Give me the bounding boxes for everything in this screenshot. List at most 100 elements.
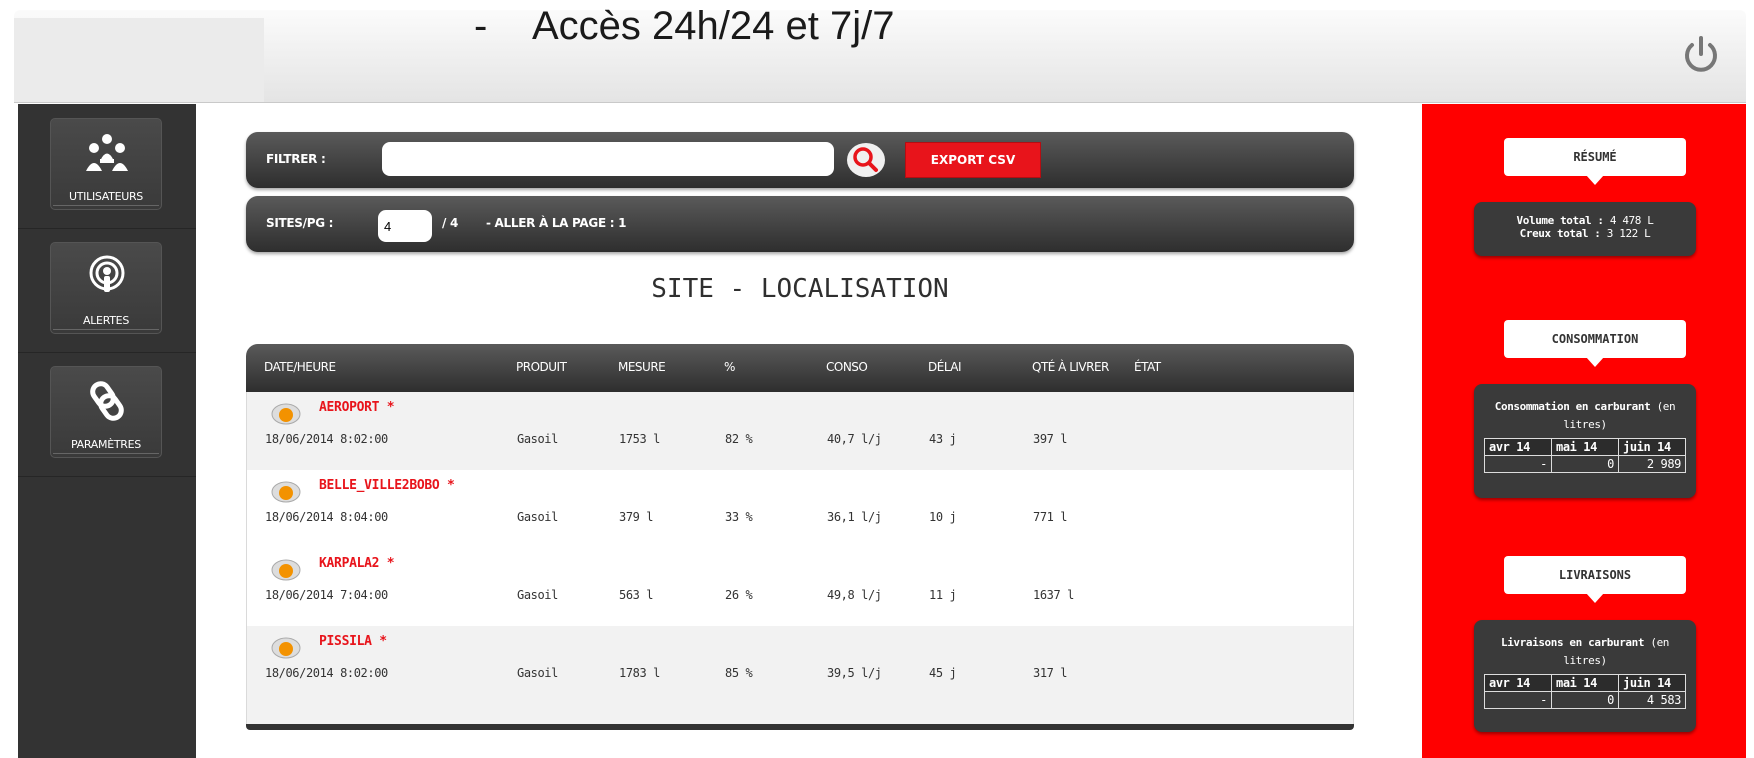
month-value: 2 989 — [1618, 455, 1686, 473]
label-underline — [53, 205, 159, 206]
month-value: 0 — [1551, 691, 1619, 709]
cell-qte: 317 l — [1033, 666, 1068, 680]
page-total: / 4 — [442, 216, 459, 230]
creux-line: Creux total : 3 122 L — [1474, 227, 1696, 240]
cell-conso: 36,1 l/j — [827, 510, 882, 524]
cell-datetime: 18/06/2014 8:02:00 — [265, 432, 388, 446]
cell-delai: 11 j — [929, 588, 957, 602]
header-shade — [14, 18, 264, 102]
month-header: juin 14 — [1618, 438, 1686, 456]
summary-panel: RÉSUMÉ Volume total : 4 478 L Creux tota… — [1422, 104, 1746, 758]
header-bar: - Accès 24h/24 et 7j/7 — [14, 4, 1746, 103]
site-status-icon[interactable] — [271, 637, 301, 659]
column-header[interactable]: MESURE — [618, 360, 666, 374]
search-icon — [847, 143, 885, 177]
sidebar-item-label: ALERTES — [83, 314, 129, 327]
livr-title-bold: Livraisons en carburant — [1500, 636, 1645, 649]
users-button[interactable]: UTILISATEURS — [50, 118, 162, 210]
header-caption: - Accès 24h/24 et 7j/7 — [474, 4, 894, 49]
app-window: - Accès 24h/24 et 7j/7 UTILISATEURS ALER… — [14, 4, 1746, 758]
conso-title-bold: Consommation en carburant — [1494, 400, 1651, 413]
cell-conso: 40,7 l/j — [827, 432, 882, 446]
creux-value: 3 122 L — [1606, 227, 1651, 240]
cell-percent: 82 % — [725, 432, 753, 446]
search-button[interactable] — [846, 142, 886, 178]
month-value: - — [1484, 455, 1552, 473]
cell-mesure: 1783 l — [619, 666, 660, 680]
filter-label: FILTRER : — [266, 152, 326, 166]
export-csv-button[interactable]: EXPORT CSV — [905, 142, 1041, 178]
month-header: avr 14 — [1484, 674, 1552, 692]
table-header: DATE/HEURE PRODUIT MESURE % CONSO DÉLAI … — [246, 344, 1354, 392]
table-row[interactable]: KARPALA2 * 18/06/2014 7:04:00 Gasoil 563… — [246, 548, 1354, 627]
column-header[interactable]: CONSO — [826, 360, 868, 374]
cell-conso: 39,5 l/j — [827, 666, 882, 680]
resume-box: Volume total : 4 478 L Creux total : 3 1… — [1474, 202, 1696, 256]
consommation-box: Consommation en carburant (en litres) av… — [1474, 384, 1696, 498]
page-title: SITE - LOCALISATION — [651, 274, 949, 304]
cell-mesure: 1753 l — [619, 432, 660, 446]
sidebar-item-settings[interactable]: PARAMÈTRES — [18, 352, 196, 477]
filter-bar: FILTRER : EXPORT CSV — [246, 132, 1354, 188]
consommation-table: avr 14 mai 14 juin 14 - 0 2 989 — [1484, 438, 1686, 473]
livraisons-table: avr 14 mai 14 juin 14 - 0 4 583 — [1484, 674, 1686, 709]
header-caption-text: Accès 24h/24 et 7j/7 — [532, 4, 895, 48]
tab-livraisons[interactable]: LIVRAISONS — [1504, 556, 1686, 603]
site-status-icon[interactable] — [271, 559, 301, 581]
settings-button[interactable]: PARAMÈTRES — [50, 366, 162, 458]
cell-qte: 771 l — [1033, 510, 1068, 524]
month-header: avr 14 — [1484, 438, 1552, 456]
month-header: mai 14 — [1551, 674, 1619, 692]
month-value: - — [1484, 691, 1552, 709]
link-icon — [90, 381, 124, 421]
table-row[interactable]: AEROPORT * 18/06/2014 8:02:00 Gasoil 175… — [246, 392, 1354, 471]
tab-consommation[interactable]: CONSOMMATION — [1504, 320, 1686, 367]
site-name-link[interactable]: PISSILA * — [319, 634, 387, 649]
tab-resume[interactable]: RÉSUMÉ — [1504, 138, 1686, 185]
sidebar-item-alerts[interactable]: ALERTES — [18, 228, 196, 353]
volume-label: Volume total : — [1516, 214, 1605, 227]
livraisons-title: Livraisons en carburant (en litres) — [1474, 620, 1696, 670]
column-header[interactable]: QTÉ À LIVRER — [1032, 360, 1109, 374]
cell-produit: Gasoil — [517, 588, 558, 602]
bullet-dash: - — [474, 4, 488, 48]
table-footer-bar — [246, 724, 1354, 730]
column-header[interactable]: PRODUIT — [516, 360, 567, 374]
site-name-link[interactable]: AEROPORT * — [319, 400, 395, 415]
month-value: 4 583 — [1618, 691, 1686, 709]
cell-qte: 397 l — [1033, 432, 1068, 446]
month-value: 0 — [1551, 455, 1619, 473]
volume-line: Volume total : 4 478 L — [1474, 202, 1696, 227]
sites-per-page-input[interactable] — [378, 210, 432, 242]
site-name-link[interactable]: KARPALA2 * — [319, 556, 395, 571]
table-row[interactable]: BELLE_VILLE2BOBO * 18/06/2014 8:04:00 Ga… — [246, 470, 1354, 549]
cell-delai: 10 j — [929, 510, 957, 524]
cell-percent: 26 % — [725, 588, 753, 602]
power-button[interactable] — [1678, 32, 1724, 78]
sidebar-item-users[interactable]: UTILISATEURS — [18, 104, 196, 229]
table-row[interactable]: PISSILA * 18/06/2014 8:02:00 Gasoil 1783… — [246, 626, 1354, 725]
alerts-button[interactable]: ALERTES — [50, 242, 162, 334]
site-name-link[interactable]: BELLE_VILLE2BOBO * — [319, 478, 455, 493]
site-status-icon[interactable] — [271, 481, 301, 503]
month-header: juin 14 — [1618, 674, 1686, 692]
site-status-icon[interactable] — [271, 403, 301, 425]
cell-datetime: 18/06/2014 8:04:00 — [265, 510, 388, 524]
month-header: mai 14 — [1551, 438, 1619, 456]
sites-per-page-label: SITES/PG : — [266, 216, 334, 230]
column-header[interactable]: ÉTAT — [1134, 360, 1161, 374]
consommation-title: Consommation en carburant (en litres) — [1474, 384, 1696, 434]
sites-table: DATE/HEURE PRODUIT MESURE % CONSO DÉLAI … — [246, 344, 1354, 730]
column-header[interactable]: DÉLAI — [928, 360, 962, 374]
cell-delai: 43 j — [929, 432, 957, 446]
broadcast-icon — [89, 255, 125, 292]
cell-delai: 45 j — [929, 666, 957, 680]
cell-datetime: 18/06/2014 7:04:00 — [265, 588, 388, 602]
goto-page[interactable]: - ALLER À LA PAGE : 1 — [486, 216, 626, 230]
cell-qte: 1637 l — [1033, 588, 1074, 602]
cell-mesure: 563 l — [619, 588, 654, 602]
column-header[interactable]: DATE/HEURE — [264, 360, 336, 374]
filter-input[interactable] — [382, 142, 834, 176]
cell-datetime: 18/06/2014 8:02:00 — [265, 666, 388, 680]
column-header[interactable]: % — [724, 360, 735, 374]
